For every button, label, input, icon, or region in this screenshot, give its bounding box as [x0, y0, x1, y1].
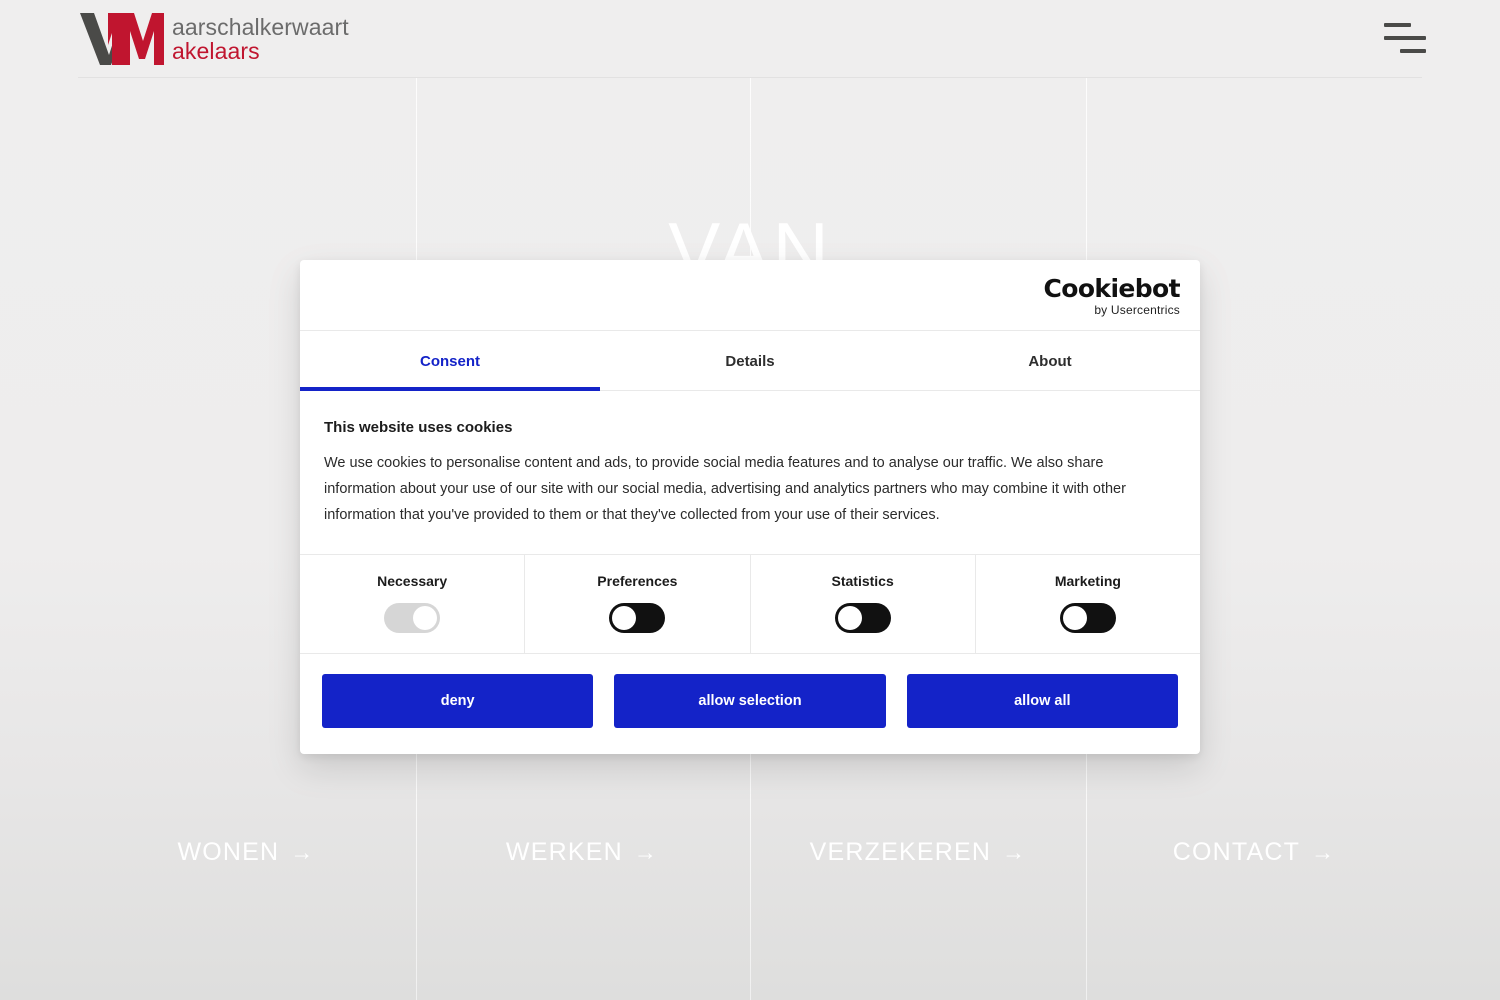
toggle-knob — [837, 606, 862, 630]
toggle-necessary — [384, 603, 441, 633]
toggle-knob — [1062, 606, 1087, 630]
cookie-dialog-actions: deny allow selection allow all — [300, 654, 1200, 754]
deny-button[interactable]: deny — [322, 674, 594, 728]
nav-item-verzekeren[interactable]: VERZEKEREN → — [750, 778, 1086, 1000]
logo-wordmark: aarschalkerwaart akelaars — [172, 13, 349, 64]
logo-text-line-2: akelaars — [172, 38, 260, 64]
category-preferences-label: Preferences — [597, 573, 678, 589]
category-marketing-label: Marketing — [1054, 573, 1121, 589]
cookie-dialog-title: This website uses cookies — [324, 419, 513, 436]
arrow-right-icon: → — [1002, 838, 1027, 865]
nav-item-werken[interactable]: WERKEN → — [414, 778, 750, 1000]
toggle-knob — [612, 606, 637, 630]
cookiebot-logo: Cookiebot by Usercentrics — [1043, 274, 1181, 317]
category-statistics-label: Statistics — [831, 573, 894, 589]
tab-about[interactable]: About — [900, 331, 1200, 390]
site-header: aarschalkerwaart akelaars — [0, 0, 1500, 78]
hamburger-bar-top — [1384, 23, 1411, 27]
arrow-right-icon: → — [290, 838, 315, 865]
tab-consent[interactable]: Consent — [300, 331, 600, 391]
cookie-category-row: Necessary Preferences Statistics Marketi… — [300, 555, 1200, 654]
tab-details[interactable]: Details — [600, 331, 900, 390]
page-background: VAN WAART LAARS aarschalkerwaart akelaar… — [0, 0, 1500, 1000]
cookie-consent-dialog: Cookiebot by Usercentrics Consent Detail… — [300, 260, 1200, 754]
category-preferences: Preferences — [525, 555, 751, 653]
cookie-dialog-body: This website uses cookies We use cookies… — [300, 391, 1200, 555]
arrow-right-icon: → — [1311, 838, 1336, 865]
category-statistics: Statistics — [751, 555, 976, 653]
nav-item-wonen[interactable]: WONEN → — [78, 778, 414, 1000]
nav-item-contact[interactable]: CONTACT → — [1086, 778, 1422, 1000]
cookie-dialog-description: We use cookies to personalise content an… — [324, 455, 1126, 523]
nav-item-contact-label: CONTACT — [1172, 837, 1301, 866]
logo-mark-wm-icon — [78, 11, 174, 67]
hamburger-menu-icon[interactable] — [1380, 20, 1428, 58]
nav-item-wonen-label: WONEN — [177, 837, 280, 866]
toggle-preferences[interactable] — [609, 603, 666, 633]
nav-item-werken-label: WERKEN — [505, 837, 623, 866]
cookiebot-logo-subtitle: by Usercentrics — [1094, 303, 1180, 317]
toggle-marketing[interactable] — [1059, 603, 1116, 633]
site-logo[interactable]: aarschalkerwaart akelaars — [78, 8, 349, 70]
category-necessary-label: Necessary — [377, 573, 448, 589]
nav-item-verzekeren-label: VERZEKEREN — [809, 837, 992, 866]
toggle-knob — [413, 606, 438, 630]
cookie-dialog-header: Cookiebot by Usercentrics — [300, 260, 1200, 331]
allow-all-button[interactable]: allow all — [906, 674, 1178, 728]
category-marketing: Marketing — [976, 555, 1200, 653]
hamburger-bar-bottom — [1400, 49, 1426, 53]
cookiebot-logo-name: Cookiebot — [1043, 274, 1181, 303]
toggle-statistics[interactable] — [834, 603, 891, 633]
cookie-dialog-tabs: Consent Details About — [300, 331, 1200, 391]
bottom-navigation: WONEN → WERKEN → VERZEKEREN → CONTACT → — [78, 778, 1422, 1000]
allow-selection-button[interactable]: allow selection — [614, 674, 886, 728]
category-necessary: Necessary — [300, 555, 526, 653]
arrow-right-icon: → — [633, 838, 659, 865]
logo-text-line-1: aarschalkerwaart — [172, 13, 349, 40]
hamburger-bar-middle — [1384, 36, 1426, 40]
